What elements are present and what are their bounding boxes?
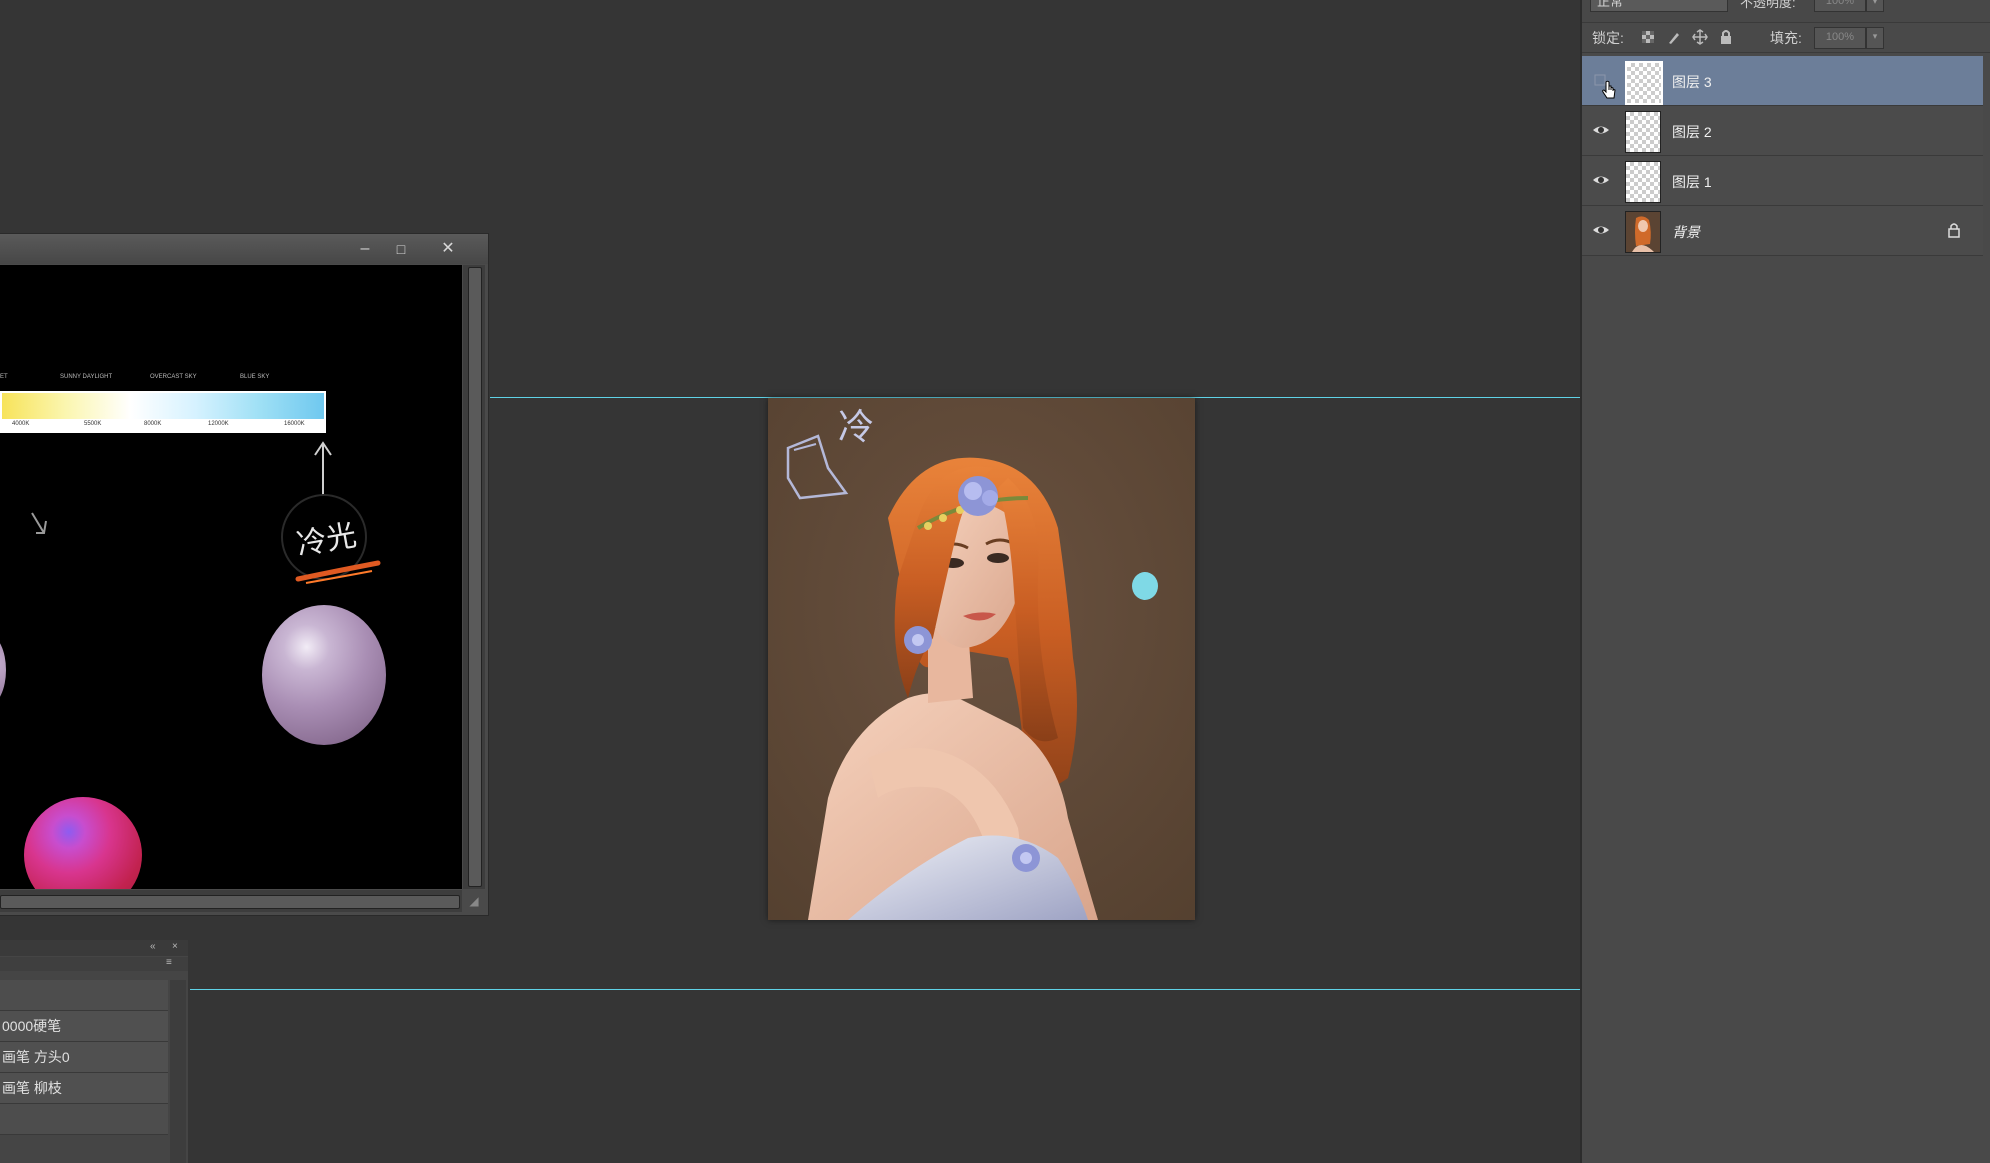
fill-label: 填充: xyxy=(1770,30,1802,46)
layer-thumbnail[interactable] xyxy=(1625,161,1661,203)
cursor-hand-icon xyxy=(1602,80,1616,99)
lock-image-pixels-icon[interactable] xyxy=(1666,29,1682,45)
panel-close-icon[interactable]: × xyxy=(172,941,178,952)
eye-icon[interactable] xyxy=(1592,221,1610,239)
portrait-painting xyxy=(768,398,1195,920)
opacity-label: 不透明度: xyxy=(1740,0,1796,10)
guide-line-bottom[interactable] xyxy=(190,989,1580,990)
lock-icon xyxy=(1948,223,1960,238)
brush-item[interactable] xyxy=(0,1104,168,1135)
eye-icon[interactable] xyxy=(1592,121,1610,139)
artwork-document[interactable]: 冷 xyxy=(768,398,1195,920)
lock-all-icon[interactable] xyxy=(1718,29,1734,45)
brush-item[interactable]: 画笔 柳枝 xyxy=(0,1073,168,1104)
lavender-sphere xyxy=(262,605,386,745)
reference-image: ET SUNNY DAYLIGHT OVERCAST SKY BLUE SKY … xyxy=(0,265,462,889)
blend-mode-select[interactable]: 正常 xyxy=(1590,0,1728,12)
opacity-field[interactable]: 100% xyxy=(1814,0,1866,12)
background-thumbnail[interactable] xyxy=(1625,211,1661,253)
brush-list: 0000硬笔 画笔 方头0 画笔 柳枝 xyxy=(0,980,168,1135)
layer-name[interactable]: 背景 xyxy=(1672,222,1700,242)
layer-row-1[interactable]: 图层 1 xyxy=(1582,156,1983,206)
reference-vertical-scrollbar[interactable] xyxy=(463,265,485,889)
reference-window: – □ ✕ ET SUNNY DAYLIGHT OVERCAST SKY BLU… xyxy=(0,233,489,916)
lock-transparent-pixels-icon[interactable] xyxy=(1640,29,1656,45)
reference-horizontal-scrollbar[interactable] xyxy=(0,890,462,912)
layer-name[interactable]: 图层 1 xyxy=(1672,172,1712,192)
layers-panel: 正常 不透明度: 100% ▾ 锁定: 填充: 100% ▾ 图层 3 图层 2… xyxy=(1580,0,1990,1163)
sketch-annotations xyxy=(31,441,381,584)
layer-thumbnail[interactable] xyxy=(1625,61,1663,105)
layers-options-row: 正常 不透明度: 100% ▾ xyxy=(1582,0,1990,23)
panel-menu-icon[interactable]: ≡ xyxy=(166,957,172,968)
fill-field[interactable]: 100% xyxy=(1814,27,1866,49)
eye-icon[interactable] xyxy=(1592,171,1610,189)
brush-panel-header[interactable]: « × xyxy=(0,940,188,956)
canvas-workspace[interactable]: – □ ✕ ET SUNNY DAYLIGHT OVERCAST SKY BLU… xyxy=(0,0,1580,1163)
sketch-text-cold: 冷 xyxy=(838,407,875,448)
brush-item[interactable]: 画笔 方头0 xyxy=(0,1042,168,1073)
maximize-icon[interactable]: □ xyxy=(388,238,414,260)
layer-thumbnail[interactable] xyxy=(1625,111,1661,153)
minimize-icon[interactable]: – xyxy=(352,238,378,260)
opacity-dropdown-icon[interactable]: ▾ xyxy=(1866,0,1884,12)
lock-position-icon[interactable] xyxy=(1692,29,1708,45)
brush-presets-panel: « × ≡ 0000硬笔 画笔 方头0 画笔 柳枝 xyxy=(0,940,188,1163)
close-icon[interactable]: ✕ xyxy=(435,238,461,260)
brush-item[interactable] xyxy=(0,980,168,1011)
resize-grip-icon[interactable]: ◢ xyxy=(463,890,485,912)
brush-panel-toolbar: ≡ xyxy=(0,957,188,971)
layer-row-3[interactable]: 图层 3 xyxy=(1582,56,1983,106)
layers-lock-row: 锁定: 填充: 100% ▾ xyxy=(1582,22,1990,53)
collapse-icon[interactable]: « xyxy=(150,941,156,952)
brush-item[interactable]: 0000硬笔 xyxy=(0,1011,168,1042)
reference-window-titlebar[interactable]: – □ ✕ xyxy=(0,234,488,264)
lock-label: 锁定: xyxy=(1592,30,1624,46)
layer-name[interactable]: 图层 3 xyxy=(1672,72,1712,92)
layer-row-background[interactable]: 背景 xyxy=(1582,206,1983,256)
layer-name[interactable]: 图层 2 xyxy=(1672,122,1712,142)
fill-dropdown-icon[interactable]: ▾ xyxy=(1866,27,1884,49)
layer-row-2[interactable]: 图层 2 xyxy=(1582,106,1983,156)
brush-list-scrollbar[interactable] xyxy=(170,980,186,1163)
